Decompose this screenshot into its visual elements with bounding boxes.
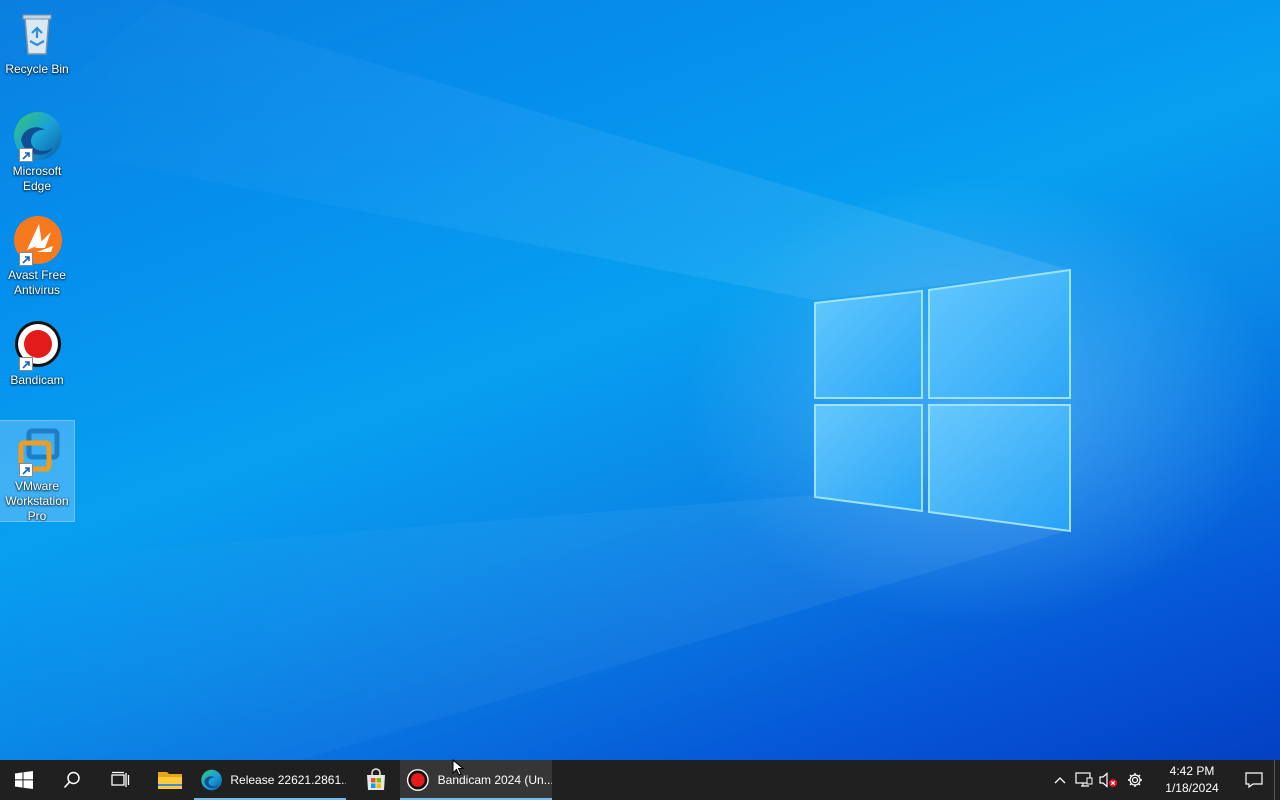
desktop-icon-bandicam[interactable]: Bandicam	[0, 315, 74, 387]
chevron-up-icon	[1054, 777, 1066, 784]
microsoft-store-icon	[367, 768, 385, 790]
show-desktop-button[interactable]	[1274, 760, 1280, 800]
desktop-icon-label: Microsoft Edge	[12, 164, 62, 193]
shortcut-arrow-icon	[19, 148, 33, 162]
taskbar-microsoft-store[interactable]	[352, 760, 400, 800]
show-hidden-icons-button[interactable]	[1048, 760, 1072, 800]
settings-button[interactable]	[1120, 760, 1150, 800]
taskbar-app-edge[interactable]: Release 22621.2861....	[194, 760, 346, 800]
task-view-button[interactable]	[96, 760, 144, 800]
desktop-icon-vmware[interactable]: VMware Workstation Pro	[0, 420, 75, 523]
bandicam-icon	[406, 769, 429, 791]
network-button[interactable]	[1072, 760, 1096, 800]
shortcut-arrow-icon	[19, 252, 33, 266]
windows-logo-wallpaper	[814, 268, 1071, 533]
desktop-icon-label: Bandicam	[10, 373, 64, 387]
desktop-icon-label: VMware Workstation Pro	[5, 479, 69, 523]
volume-muted-icon	[1099, 772, 1117, 788]
action-center-button[interactable]	[1234, 760, 1274, 800]
search-icon	[63, 771, 80, 789]
recycle-bin-icon	[11, 8, 63, 60]
desktop-icon-microsoft-edge[interactable]: Microsoft Edge	[0, 106, 74, 194]
desktop-icon-label: Recycle Bin	[5, 62, 69, 76]
system-tray: 4:42 PM 1/18/2024	[1048, 760, 1280, 800]
desktop[interactable]: Recycle Bin Microsoft Edge Avast Free An…	[0, 0, 1280, 760]
desktop-icon-avast[interactable]: Avast Free Antivirus	[0, 210, 74, 298]
wallpaper-beams	[0, 0, 1071, 760]
taskbar: Release 22621.2861.... Bandicam 2024 (Un…	[0, 760, 1280, 800]
taskbar-app-bandicam[interactable]: Bandicam 2024 (Un...	[400, 760, 552, 800]
taskbar-app-label: Release 22621.2861....	[230, 773, 346, 787]
windows-start-icon	[15, 771, 33, 789]
desktop-icon-label: Avast Free Antivirus	[8, 268, 66, 297]
avast-icon	[11, 214, 63, 266]
mouse-cursor-icon	[452, 759, 464, 776]
edge-icon	[11, 110, 63, 162]
search-button[interactable]	[48, 760, 96, 800]
vmware-icon	[11, 425, 63, 477]
settings-gear-icon	[1128, 773, 1142, 787]
start-button[interactable]	[0, 760, 48, 800]
action-center-icon	[1245, 772, 1263, 788]
taskbar-file-explorer[interactable]	[146, 760, 194, 800]
shortcut-arrow-icon	[19, 357, 33, 371]
clock-date: 1/18/2024	[1165, 781, 1219, 795]
file-explorer-icon	[158, 772, 182, 789]
bandicam-icon	[11, 319, 63, 371]
volume-button[interactable]	[1096, 760, 1120, 800]
network-icon	[1075, 772, 1093, 787]
shortcut-arrow-icon	[19, 463, 33, 477]
edge-icon	[201, 769, 222, 791]
clock-time: 4:42 PM	[1169, 764, 1215, 778]
clock-button[interactable]: 4:42 PM 1/18/2024	[1150, 760, 1234, 800]
desktop-icon-recycle-bin[interactable]: Recycle Bin	[0, 4, 74, 76]
task-view-icon	[111, 771, 130, 787]
